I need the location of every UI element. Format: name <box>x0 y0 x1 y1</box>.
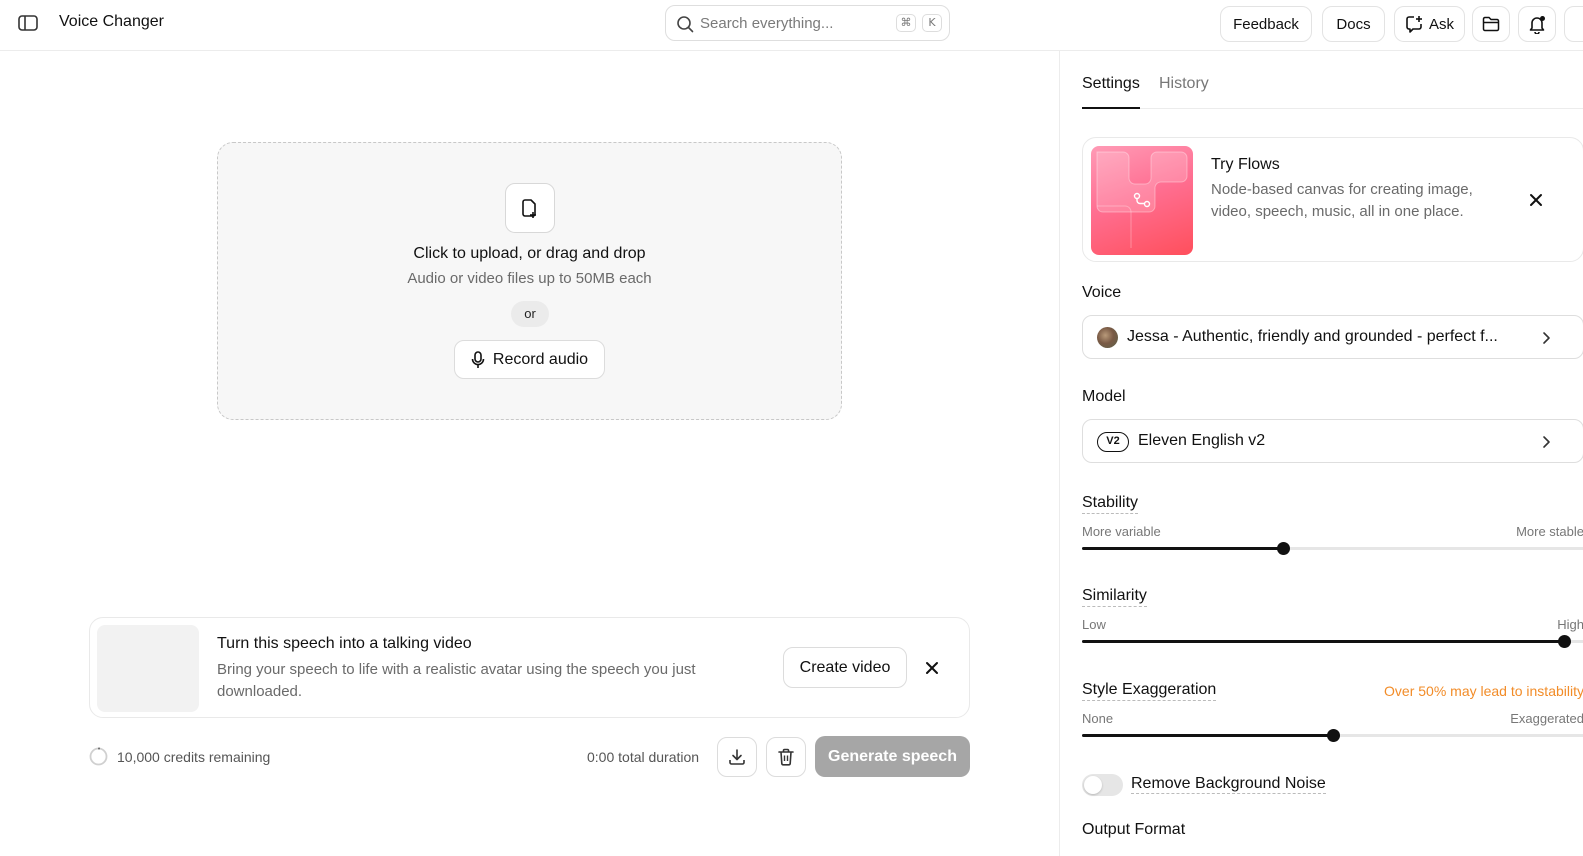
ask-label: Ask <box>1428 15 1454 33</box>
total-duration: 0:00 total duration <box>587 749 700 765</box>
model-label: Model <box>1082 388 1126 405</box>
close-icon[interactable] <box>922 658 942 678</box>
flows-description: Node-based canvas for creating image, vi… <box>1211 181 1473 220</box>
search-box[interactable]: ⌘ K <box>665 5 950 41</box>
stability-max-label: More stable <box>1516 524 1583 539</box>
voice-label: Voice <box>1082 284 1122 301</box>
upload-dropzone[interactable]: Click to upload, or drag and drop Audio … <box>217 142 842 420</box>
stability-fill <box>1082 547 1283 550</box>
download-button[interactable] <box>717 737 757 777</box>
flows-title: Try Flows <box>1211 156 1280 173</box>
talking-video-promo: Turn this speech into a talking video Br… <box>89 617 970 718</box>
style-track[interactable] <box>1082 729 1583 742</box>
page-title: Voice Changer <box>59 13 164 30</box>
similarity-thumb[interactable] <box>1557 635 1571 648</box>
remove-noise-label[interactable]: Remove Background Noise <box>1131 775 1326 794</box>
generation-footer: 10,000 credits remaining 0:00 total dura… <box>89 736 970 778</box>
panel-tabs: Settings History <box>1082 51 1583 109</box>
style-min-label: None <box>1082 711 1114 726</box>
trash-icon <box>778 748 794 766</box>
similarity-max-label: High <box>1557 617 1583 632</box>
promo-title: Turn this speech into a talking video <box>217 635 472 652</box>
output-format-label: Output Format <box>1082 821 1186 838</box>
sidebar-toggle-icon[interactable] <box>17 14 39 32</box>
style-warning-row: Over 50% may lead to instability <box>1082 683 1583 703</box>
kbd-cmd: ⌘ <box>896 14 916 32</box>
voice-select[interactable]: Jessa - Authentic, friendly and grounded… <box>1082 315 1583 359</box>
ask-plus-icon <box>1406 16 1422 33</box>
delete-button[interactable] <box>766 737 806 777</box>
similarity-label[interactable]: Similarity <box>1082 587 1147 607</box>
model-version-badge: V2 <box>1097 432 1129 452</box>
promo-description: Bring your speech to life with a realist… <box>217 661 696 700</box>
similarity-min-label: Low <box>1082 617 1106 632</box>
bell-icon <box>1529 15 1545 34</box>
folder-button[interactable] <box>1472 6 1510 42</box>
folder-icon <box>1482 16 1500 32</box>
microphone-icon <box>471 350 485 368</box>
download-icon <box>729 749 745 765</box>
app-root: Voice Changer ⌘ K Feedback Docs Ask <box>0 0 1583 856</box>
remove-noise-toggle[interactable] <box>1082 774 1123 796</box>
search-input[interactable] <box>700 13 880 33</box>
credits-progress-icon <box>89 747 108 766</box>
credits-remaining: 10,000 credits remaining <box>117 749 271 765</box>
avatar <box>1097 327 1118 348</box>
upload-icon-box <box>505 183 555 233</box>
upload-file-icon <box>522 199 536 218</box>
stability-min-label: More variable <box>1082 524 1161 539</box>
toggle-knob <box>1084 776 1102 794</box>
ask-button[interactable]: Ask <box>1394 6 1465 42</box>
upload-title: Click to upload, or drag and drop <box>413 245 646 262</box>
docs-button[interactable]: Docs <box>1322 6 1385 42</box>
flows-art <box>1096 151 1188 248</box>
feedback-button[interactable]: Feedback <box>1220 6 1312 42</box>
promo-thumbnail <box>97 625 199 712</box>
generate-speech-button[interactable]: Generate speech <box>815 736 970 777</box>
stability-thumb[interactable] <box>1276 542 1290 555</box>
style-thumb[interactable] <box>1327 729 1340 742</box>
record-audio-label: Record audio <box>492 350 589 368</box>
create-video-button[interactable]: Create video <box>783 647 907 688</box>
upload-subtitle: Audio or video files up to 50MB each <box>407 270 652 287</box>
kbd-k: K <box>922 14 942 32</box>
try-flows-card[interactable]: Try Flows Node-based canvas for creating… <box>1082 137 1583 262</box>
similarity-track[interactable] <box>1082 635 1583 648</box>
model-select[interactable]: V2 Eleven English v2 <box>1082 419 1583 463</box>
style-fill <box>1082 734 1333 737</box>
top-header: Voice Changer ⌘ K Feedback Docs Ask <box>0 0 1583 51</box>
notifications-button[interactable] <box>1518 6 1556 42</box>
close-icon[interactable] <box>1526 190 1546 210</box>
model-value: Eleven English v2 <box>1138 432 1266 449</box>
chevron-right-icon <box>1543 332 1550 344</box>
search-icon <box>677 16 694 33</box>
style-max-label: Exaggerated <box>1510 711 1583 726</box>
similarity-fill <box>1082 640 1564 643</box>
flows-thumbnail <box>1091 146 1193 255</box>
stability-label[interactable]: Stability <box>1082 494 1139 514</box>
instability-warning: Over 50% may lead to instability <box>1384 683 1583 699</box>
settings-panel: Settings History Try Flows Node-based ca… <box>1059 51 1583 856</box>
account-button[interactable] <box>1564 6 1583 42</box>
stability-track[interactable] <box>1082 542 1583 555</box>
voice-value: Jessa - Authentic, friendly and grounded… <box>1127 328 1498 345</box>
tab-history[interactable]: History <box>1159 75 1209 93</box>
or-divider: or <box>511 301 549 327</box>
record-audio-button[interactable]: Record audio <box>454 340 605 379</box>
tab-settings[interactable]: Settings <box>1082 75 1140 109</box>
chevron-right-icon <box>1543 436 1550 448</box>
